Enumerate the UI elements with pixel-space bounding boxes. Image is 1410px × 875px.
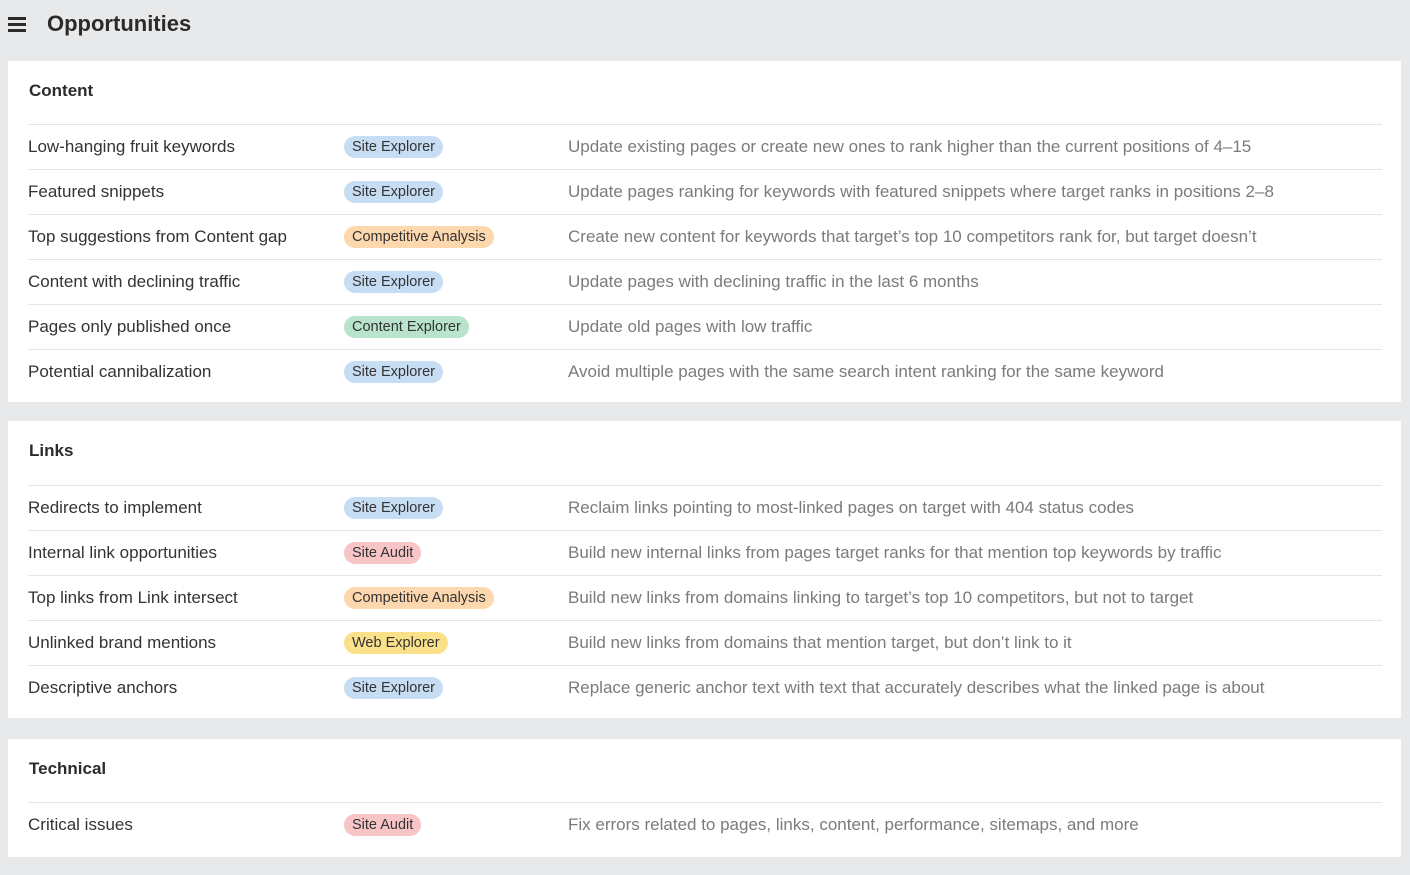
section-card-content: Content Low-hanging fruit keywords Site E… — [8, 61, 1401, 402]
opportunity-row[interactable]: Descriptive anchors Site Explorer Replace … — [28, 665, 1382, 710]
opportunity-row[interactable]: Low-hanging fruit keywords Site Explorer U… — [28, 124, 1382, 169]
opportunity-row[interactable]: Featured snippets Site Explorer Update pag… — [28, 169, 1382, 214]
opportunity-list: Low-hanging fruit keywords Site Explorer U… — [28, 124, 1382, 394]
opportunity-name[interactable]: Potential cannibalization — [28, 362, 211, 382]
opportunity-row[interactable]: Top suggestions from Content gap Competit… — [28, 214, 1382, 259]
tool-badge: Site Explorer — [344, 361, 444, 383]
opportunity-row[interactable]: Redirects to implement Site Explorer Recla… — [28, 485, 1382, 530]
opportunity-row[interactable]: Top links from Link intersect Competitive… — [28, 575, 1382, 620]
opportunity-description: Update existing pages or create new ones… — [568, 137, 1252, 156]
opportunity-description: Update pages with declining traffic in t… — [568, 272, 979, 291]
section-title: Content — [29, 81, 94, 100]
tool-badge: Site Explorer — [344, 181, 444, 203]
tool-badge: Site Audit — [344, 814, 422, 836]
tool-badge: Content Explorer — [344, 316, 469, 338]
opportunity-description: Update old pages with low traffic — [568, 317, 813, 336]
opportunity-description: Create new content for keywords that tar… — [568, 227, 1257, 246]
section-card-technical: Technical Critical issues Site Audit Fix e… — [8, 739, 1401, 857]
opportunity-name[interactable]: Unlinked brand mentions — [28, 633, 216, 653]
tool-badge: Competitive Analysis — [344, 587, 494, 609]
tool-badge: Site Explorer — [344, 497, 444, 519]
opportunity-row[interactable]: Content with declining traffic Site Explo… — [28, 259, 1382, 304]
opportunity-name[interactable]: Internal link opportunities — [28, 543, 217, 563]
opportunity-name[interactable]: Pages only published once — [28, 317, 231, 337]
opportunity-name[interactable]: Descriptive anchors — [28, 678, 177, 698]
opportunity-description: Build new internal links from pages targ… — [568, 543, 1222, 562]
section-title: Links — [29, 441, 74, 460]
top-bar: Opportunities — [0, 0, 1410, 50]
opportunity-name[interactable]: Content with declining traffic — [28, 272, 240, 292]
opportunity-description: Avoid multiple pages with the same searc… — [568, 362, 1164, 381]
opportunity-description: Build new links from domains that mentio… — [568, 633, 1072, 652]
tool-badge: Web Explorer — [344, 632, 448, 654]
opportunity-list: Critical issues Site Audit Fix errors rela… — [28, 802, 1382, 847]
section-title: Technical — [29, 759, 107, 778]
tool-badge: Site Explorer — [344, 271, 444, 293]
opportunity-row[interactable]: Potential cannibalization Site Explorer Av… — [28, 349, 1382, 394]
opportunity-name[interactable]: Critical issues — [28, 815, 133, 835]
opportunity-name[interactable]: Redirects to implement — [28, 498, 202, 518]
tool-badge: Site Explorer — [344, 677, 444, 699]
opportunity-name[interactable]: Featured snippets — [28, 182, 164, 202]
opportunity-description: Reclaim links pointing to most-linked pa… — [568, 498, 1135, 517]
tool-badge: Site Audit — [344, 542, 422, 564]
opportunity-name[interactable]: Top suggestions from Content gap — [28, 227, 287, 247]
opportunity-row[interactable]: Pages only published once Content Explore… — [28, 304, 1382, 349]
opportunity-description: Build new links from domains linking to … — [568, 588, 1194, 607]
opportunity-row[interactable]: Internal link opportunities Site Audit Bui… — [28, 530, 1382, 575]
section-card-links: Links Redirects to implement Site Explore… — [8, 421, 1401, 718]
tool-badge: Competitive Analysis — [344, 226, 494, 248]
opportunity-description: Fix errors related to pages, links, cont… — [568, 815, 1139, 834]
opportunity-row[interactable]: Critical issues Site Audit Fix errors rela… — [28, 802, 1382, 847]
opportunity-row[interactable]: Unlinked brand mentions Web Explorer Build… — [28, 620, 1382, 665]
opportunity-name[interactable]: Low-hanging fruit keywords — [28, 137, 235, 157]
opportunity-description: Replace generic anchor text with text th… — [568, 678, 1265, 697]
tool-badge: Site Explorer — [344, 136, 444, 158]
opportunity-name[interactable]: Top links from Link intersect — [28, 588, 238, 608]
hamburger-menu-icon[interactable] — [8, 17, 26, 33]
opportunity-description: Update pages ranking for keywords with f… — [568, 182, 1274, 201]
opportunity-list: Redirects to implement Site Explorer Recla… — [28, 485, 1382, 710]
page-title: Opportunities — [47, 11, 192, 36]
